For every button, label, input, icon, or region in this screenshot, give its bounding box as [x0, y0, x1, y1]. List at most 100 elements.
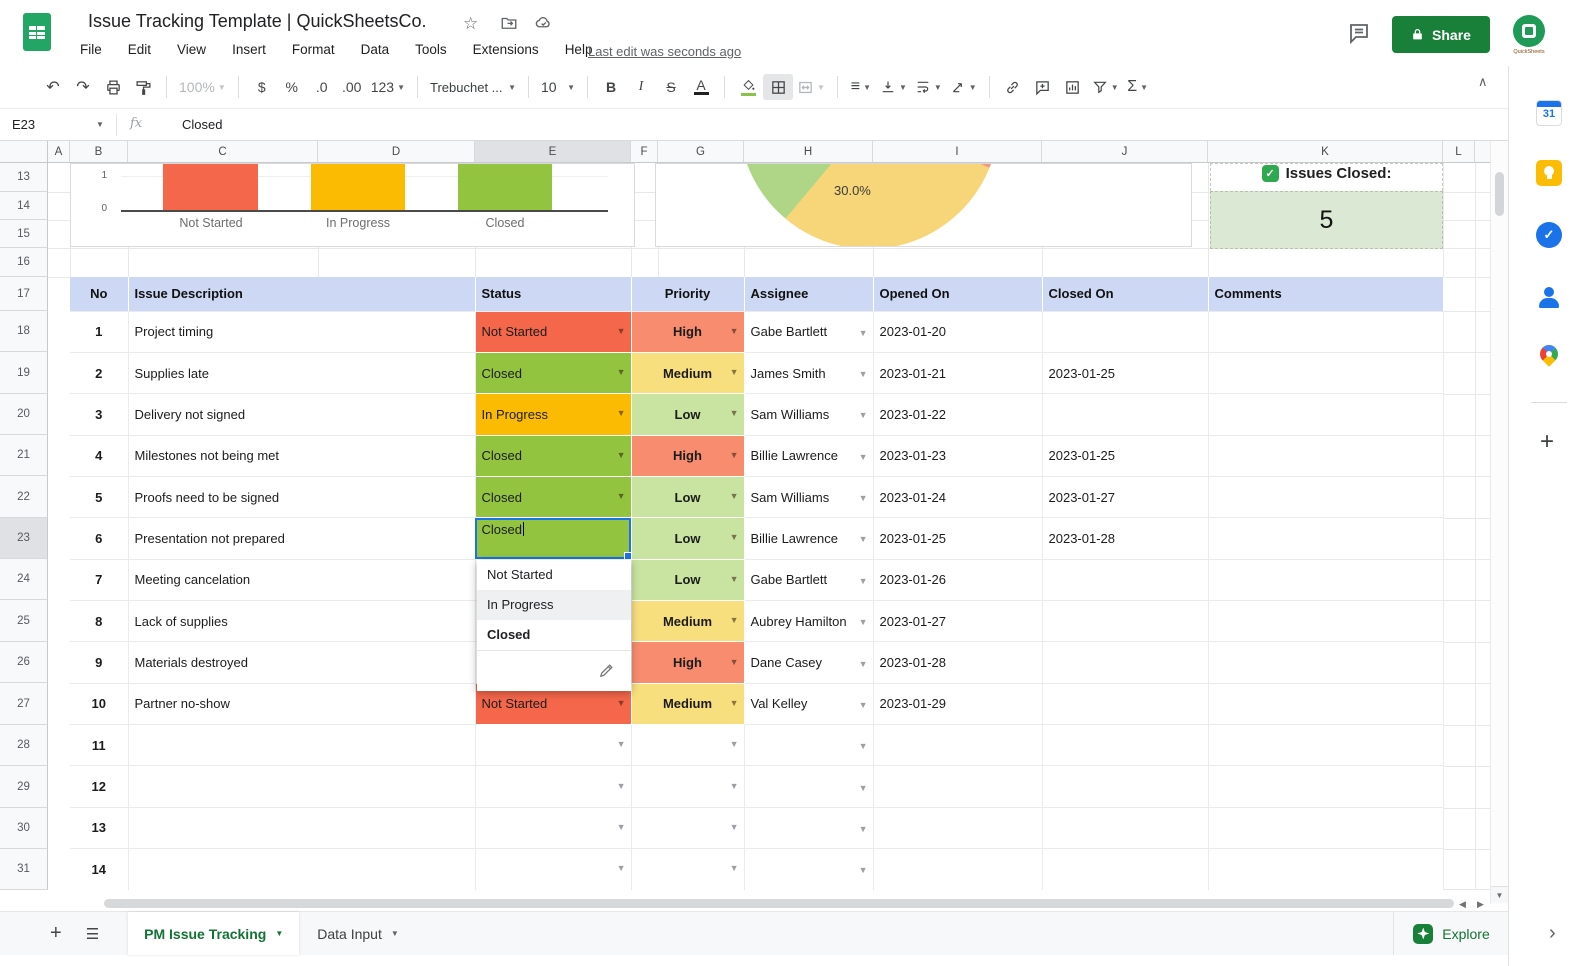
cell-opened-on[interactable]: 2023-01-20: [873, 311, 1043, 353]
cell-status[interactable]: Not Started ▼: [475, 311, 632, 353]
cell-opened-on[interactable]: [873, 848, 1043, 890]
column-header-i[interactable]: I: [873, 141, 1042, 162]
row-header-14[interactable]: 14: [0, 192, 48, 220]
status-bar-chart[interactable]: 1 0 Not Started In Progress Closed: [70, 163, 635, 247]
cell-description[interactable]: Partner no-show: [128, 683, 476, 726]
font-select[interactable]: Trebuchet ... ▼: [426, 74, 520, 100]
cell-status-editing-e23[interactable]: Closed: [475, 517, 632, 560]
fill-handle[interactable]: [623, 551, 630, 559]
dropdown-arrow-icon[interactable]: ▼: [617, 450, 626, 460]
dropdown-arrow-icon[interactable]: ▼: [617, 822, 626, 832]
cell-no[interactable]: 4: [70, 435, 129, 477]
google-keep-icon[interactable]: [1536, 160, 1562, 186]
cell-no[interactable]: 8: [70, 600, 129, 643]
row-header-28[interactable]: 28: [0, 725, 48, 766]
cell-assignee[interactable]: Dane Casey ▼: [744, 641, 874, 684]
explore-button[interactable]: Explore: [1393, 912, 1509, 955]
scroll-right-button[interactable]: ▶: [1477, 899, 1484, 910]
dropdown-arrow-icon[interactable]: ▼: [617, 781, 626, 791]
menu-tools[interactable]: Tools: [415, 42, 447, 57]
header-priority[interactable]: Priority: [631, 277, 745, 312]
select-all-corner[interactable]: [0, 141, 48, 162]
cell-closed-on[interactable]: 2023-01-27: [1042, 476, 1209, 519]
cell-comments[interactable]: [1208, 600, 1444, 643]
cell-closed-on[interactable]: [1042, 807, 1209, 850]
row-header-24[interactable]: 24: [0, 559, 48, 600]
cell-description[interactable]: Milestones not being met: [128, 435, 476, 477]
cell-no[interactable]: 7: [70, 559, 129, 602]
header-description[interactable]: Issue Description: [128, 277, 476, 312]
cell-priority[interactable]: ▼: [631, 807, 745, 850]
cell-comments[interactable]: [1208, 517, 1444, 560]
cell-no[interactable]: 12: [70, 765, 129, 808]
cell-status[interactable]: Closed ▼: [475, 435, 632, 477]
edit-pencil-icon[interactable]: [598, 662, 615, 679]
last-edit-link[interactable]: Last edit was seconds ago: [588, 44, 741, 59]
column-header-c[interactable]: C: [128, 141, 318, 162]
cell-opened-on[interactable]: 2023-01-22: [873, 393, 1043, 436]
cell-no[interactable]: 5: [70, 476, 129, 519]
column-header-g[interactable]: G: [658, 141, 744, 162]
cell-opened-on[interactable]: 2023-01-23: [873, 435, 1043, 477]
header-assignee[interactable]: Assignee: [744, 277, 874, 312]
dropdown-arrow-icon[interactable]: ▼: [859, 822, 868, 837]
cell-closed-on[interactable]: [1042, 848, 1209, 890]
sheet-tab-pm-issue-tracking[interactable]: PM Issue Tracking ▼: [128, 912, 300, 955]
cell-status[interactable]: In Progress ▼: [475, 393, 632, 436]
name-box[interactable]: E23: [12, 117, 35, 132]
cell-assignee[interactable]: Sam Williams ▼: [744, 476, 874, 519]
column-header-h[interactable]: H: [744, 141, 873, 162]
cell-closed-on[interactable]: 2023-01-25: [1042, 352, 1209, 395]
cell-priority[interactable]: High ▼: [631, 641, 745, 684]
cell-priority[interactable]: Low ▼: [631, 559, 745, 602]
google-contacts-icon[interactable]: [1536, 285, 1562, 311]
strikethrough-button[interactable]: S: [656, 74, 686, 100]
cell-comments[interactable]: [1208, 807, 1444, 850]
cell-closed-on[interactable]: [1042, 600, 1209, 643]
cell-no[interactable]: 10: [70, 683, 129, 726]
dropdown-arrow-icon[interactable]: ▼: [617, 408, 626, 418]
collapse-panel-chevron-icon[interactable]: ›: [1549, 922, 1556, 945]
column-header-b[interactable]: B: [70, 141, 128, 162]
cell-description[interactable]: Lack of supplies: [128, 600, 476, 643]
row-header-13[interactable]: 13: [0, 163, 48, 192]
dropdown-arrow-icon[interactable]: ▼: [730, 739, 739, 749]
cell-description[interactable]: Supplies late: [128, 352, 476, 395]
column-header-d[interactable]: D: [318, 141, 475, 162]
cell-description[interactable]: [128, 807, 476, 850]
cell-assignee[interactable]: Val Kelley ▼: [744, 683, 874, 726]
dropdown-arrow-icon[interactable]: ▼: [730, 408, 739, 418]
cell-comments[interactable]: [1208, 352, 1444, 395]
cell-no[interactable]: 11: [70, 724, 129, 767]
vertical-align-button[interactable]: ▼: [876, 74, 911, 100]
cell-description[interactable]: Meeting cancelation: [128, 559, 476, 602]
dropdown-option-not-started[interactable]: Not Started: [477, 560, 631, 590]
cell-no[interactable]: 3: [70, 393, 129, 436]
dropdown-arrow-icon[interactable]: ▼: [617, 326, 626, 336]
cell-description[interactable]: [128, 724, 476, 767]
cell-opened-on[interactable]: [873, 807, 1043, 850]
column-header-k[interactable]: K: [1208, 141, 1443, 162]
cell-description[interactable]: Project timing: [128, 311, 476, 353]
merge-cells-button[interactable]: ▼: [793, 74, 829, 100]
cell-no[interactable]: 13: [70, 807, 129, 850]
cell-description[interactable]: Proofs need to be signed: [128, 476, 476, 519]
dropdown-arrow-icon[interactable]: ▼: [859, 781, 868, 796]
insert-chart-button[interactable]: [1058, 74, 1088, 100]
cell-status[interactable]: ▼: [475, 765, 632, 808]
cell-closed-on[interactable]: [1042, 311, 1209, 353]
account-avatar[interactable]: [1513, 15, 1545, 47]
horizontal-scrollbar-thumb[interactable]: [104, 899, 1454, 908]
column-header-l[interactable]: L: [1443, 141, 1475, 162]
cell-priority[interactable]: Low ▼: [631, 476, 745, 519]
move-folder-icon[interactable]: [500, 14, 518, 37]
cell-description[interactable]: Materials destroyed: [128, 641, 476, 684]
cell-description[interactable]: Delivery not signed: [128, 393, 476, 436]
cell-priority[interactable]: Low ▼: [631, 393, 745, 436]
menu-extensions[interactable]: Extensions: [473, 42, 539, 57]
row-header-25[interactable]: 25: [0, 600, 48, 642]
horizontal-align-button[interactable]: ≡ ▼: [846, 74, 876, 100]
cell-description[interactable]: Presentation not prepared: [128, 517, 476, 560]
dropdown-arrow-icon[interactable]: ▼: [859, 491, 868, 506]
dropdown-arrow-icon[interactable]: ▼: [730, 532, 739, 542]
